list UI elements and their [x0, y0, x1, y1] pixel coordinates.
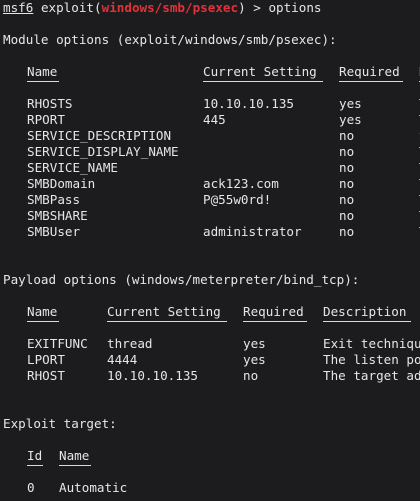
payload-option-name-header-underline: [27, 321, 59, 322]
required-cell: no: [339, 160, 355, 175]
required-cell: no: [339, 192, 355, 207]
required-cell: yes: [339, 112, 362, 127]
prompt-arrow: >: [245, 0, 269, 15]
option-name-cell: SERVICE_DISPLAY_NAME: [27, 144, 179, 159]
target-name-header: Name: [59, 448, 90, 463]
current-setting-cell: 445: [203, 112, 226, 127]
required-cell: yes: [339, 96, 362, 111]
current-setting-cell: administrator: [203, 224, 302, 239]
payload-required-header-underline: [243, 321, 307, 322]
current-setting-header-underline: [203, 81, 323, 82]
payload-description-header: Description: [323, 304, 407, 319]
payload-option-name-header: Name: [27, 304, 58, 319]
terminal-window[interactable]: msf6 exploit(windows/smb/psexec) > optio…: [0, 0, 420, 501]
prompt-module: windows/smb/psexec: [101, 0, 239, 15]
required-header-underline: [339, 81, 403, 82]
target-id-header-underline: [27, 465, 43, 466]
option-name-cell: SMBPass: [27, 192, 81, 207]
option-name-cell: SMBUser: [27, 224, 81, 239]
option-name-cell: RPORT: [27, 112, 65, 127]
payload-description-cell: The listen po: [323, 352, 420, 367]
current-setting-cell: P@55w0rd!: [203, 192, 272, 207]
payload-current-setting-cell: 10.10.10.135: [107, 368, 198, 383]
payload-required-cell: no: [243, 368, 259, 383]
payload-required-cell: yes: [243, 352, 266, 367]
required-cell: no: [339, 208, 355, 223]
prompt-line: msf6 exploit(windows/smb/psexec) > optio…: [3, 0, 322, 16]
prompt-close-paren: ): [238, 0, 246, 15]
payload-required-header: Required: [243, 304, 304, 319]
option-name-cell: SERVICE_DESCRIPTION: [27, 128, 172, 143]
required-cell: no: [339, 128, 355, 143]
target-name-cell: Automatic: [59, 480, 128, 495]
prompt-open-paren: (: [94, 0, 102, 15]
option-name-cell: SMBSHARE: [27, 208, 88, 223]
payload-description-header-underline: [323, 321, 411, 322]
required-header: Required: [339, 64, 400, 79]
module-options-heading: Module options (exploit/windows/smb/psex…: [3, 32, 337, 47]
payload-option-name-cell: EXITFUNC: [27, 336, 88, 351]
prompt-command: options: [268, 0, 322, 15]
option-name-cell: SERVICE_NAME: [27, 160, 118, 175]
target-name-header-underline: [59, 465, 91, 466]
current-setting-cell: ack123.com: [203, 176, 279, 191]
target-id-header: Id: [27, 448, 43, 463]
current-setting-header: Current Setting: [203, 64, 317, 79]
required-cell: no: [339, 224, 355, 239]
payload-required-cell: yes: [243, 336, 266, 351]
required-cell: no: [339, 144, 355, 159]
payload-description-cell: Exit techniqu: [323, 336, 420, 351]
payload-option-name-cell: LPORT: [27, 352, 65, 367]
exploit-target-heading: Exploit target:: [3, 416, 117, 431]
payload-current-setting-header: Current Setting: [107, 304, 221, 319]
payload-option-name-cell: RHOST: [27, 368, 65, 383]
payload-current-setting-header-underline: [107, 321, 227, 322]
current-setting-cell: 10.10.10.135: [203, 96, 294, 111]
target-id-cell: 0: [27, 480, 35, 495]
required-cell: no: [339, 176, 355, 191]
option-name-cell: SMBDomain: [27, 176, 96, 191]
payload-description-cell: The target ad: [323, 368, 420, 383]
prompt-word: exploit: [40, 0, 95, 15]
payload-current-setting-cell: thread: [107, 336, 153, 351]
prompt-program: msf6: [3, 0, 34, 15]
payload-current-setting-cell: 4444: [107, 352, 138, 367]
option-name-header: Name: [27, 64, 58, 79]
option-name-header-underline: [27, 81, 59, 82]
payload-options-heading: Payload options (windows/meterpreter/bin…: [3, 272, 360, 287]
option-name-cell: RHOSTS: [27, 96, 73, 111]
